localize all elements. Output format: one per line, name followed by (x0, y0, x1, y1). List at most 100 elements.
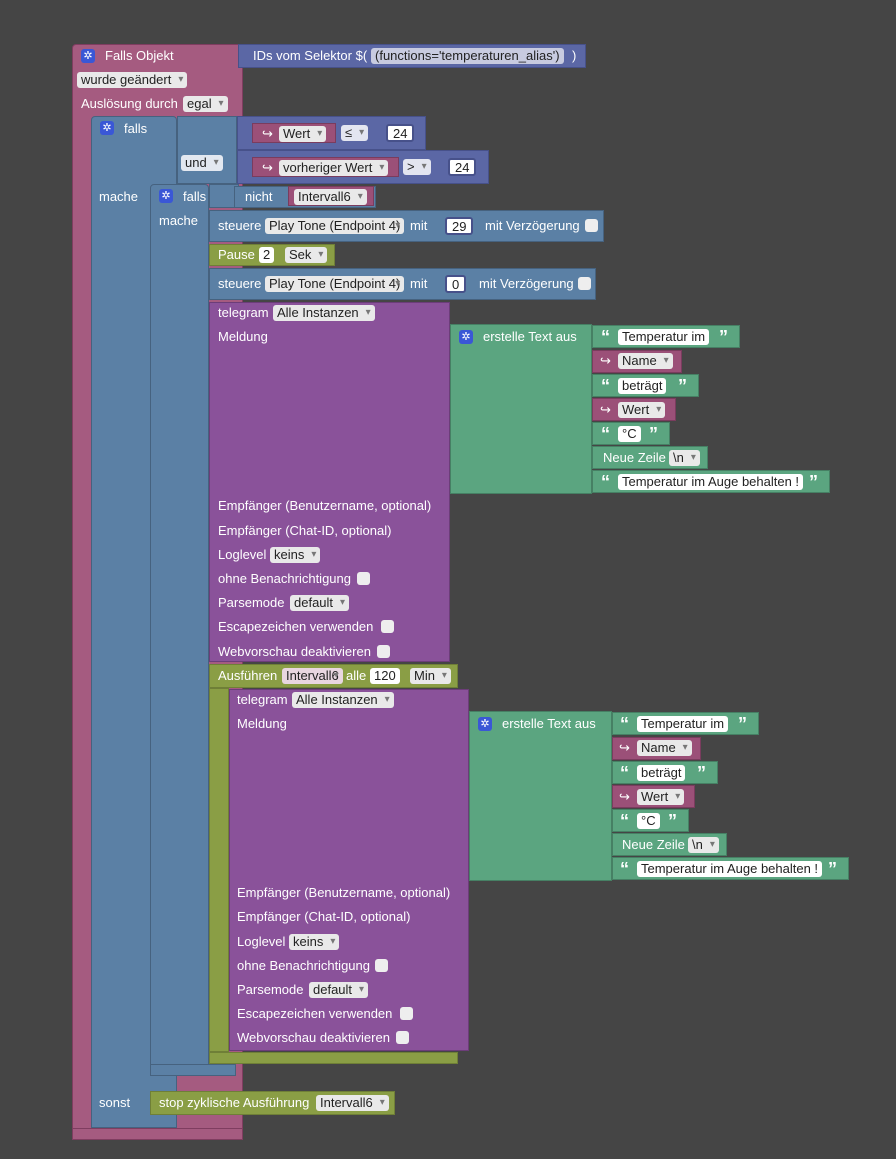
open-quote-icon: “ (620, 763, 629, 783)
ack-dropdown[interactable]: egal (183, 96, 228, 112)
telegram-instance-dropdown[interactable]: Alle Instanzen (273, 305, 375, 321)
parsemode-dropdown[interactable]: default (309, 982, 369, 998)
delay-checkbox[interactable] (585, 219, 598, 232)
return-arrow-icon: ↪ (600, 402, 611, 417)
number-input[interactable]: 24 (448, 158, 477, 176)
var-previous-dropdown[interactable]: vorheriger Wert (279, 160, 389, 176)
newline-label: Neue Zeile (603, 450, 666, 465)
text-value[interactable]: °C (637, 813, 660, 829)
control-value-input[interactable]: 0 (445, 275, 467, 293)
open-quote-icon: “ (601, 424, 610, 444)
preview-checkbox[interactable] (377, 645, 390, 658)
control-delay-label: mit Verzögerung (479, 276, 574, 291)
telegram-instance-dropdown[interactable]: Alle Instanzen (292, 692, 394, 708)
gear-icon[interactable]: ✲ (100, 121, 114, 135)
loglevel-dropdown[interactable]: keins (289, 934, 340, 950)
loglevel-dropdown[interactable]: keins (270, 547, 321, 563)
gear-icon[interactable]: ✲ (81, 49, 95, 63)
silent-checkbox[interactable] (357, 572, 370, 585)
close-quote-icon: ” (697, 763, 706, 783)
interval-label: Ausführen (218, 668, 278, 683)
recipient-user-label: Empfänger (Benutzername, optional) (218, 498, 432, 513)
if-outer-cond-area (177, 116, 237, 184)
escape-checkbox[interactable] (400, 1007, 413, 1020)
preview-label: Webvorschau deaktivieren (218, 644, 371, 659)
trigger-footer (72, 1128, 243, 1140)
newline-dropdown[interactable]: \n (669, 450, 700, 466)
text-value[interactable]: Temperatur im (637, 716, 729, 732)
recipient-user-label: Empfänger (Benutzername, optional) (237, 885, 451, 900)
stop-var-dropdown[interactable]: Intervall6 (316, 1095, 389, 1111)
parsemode-label: Parsemode (237, 982, 304, 997)
selector-prefix: IDs vom Selektor $( (253, 48, 368, 63)
if-outer-falls-label: falls (124, 121, 148, 136)
text-join-block-2[interactable] (469, 711, 612, 881)
control-value-input[interactable]: 29 (445, 217, 474, 235)
operator-dropdown[interactable]: > (403, 159, 431, 175)
text-join-label: erstelle Text aus (483, 329, 577, 344)
var-wert-dropdown[interactable]: Wert (279, 126, 327, 142)
var-wert-dropdown[interactable]: Wert (618, 402, 666, 418)
telegram-message-label: Meldung (218, 329, 268, 344)
gear-icon[interactable]: ✲ (478, 717, 492, 731)
control-with-label: mit (410, 276, 428, 291)
interval-every-label: alle (346, 668, 367, 683)
loglevel-label: Loglevel (218, 547, 267, 562)
text-value[interactable]: Temperatur im (618, 329, 710, 345)
close-quote-icon: ” (649, 424, 658, 444)
text-join-label: erstelle Text aus (502, 716, 596, 731)
stop-label: stop zyklische Ausführung (159, 1095, 310, 1110)
silent-checkbox[interactable] (375, 959, 388, 972)
interval-body (209, 688, 229, 1052)
preview-checkbox[interactable] (396, 1031, 409, 1044)
var-wert-dropdown[interactable]: Wert (637, 789, 685, 805)
if-inner-block[interactable] (150, 184, 209, 1076)
silent-label: ohne Benachrichtigung (218, 571, 351, 586)
number-input[interactable]: 24 (386, 124, 415, 142)
control-target-dropdown[interactable]: Play Tone (Endpoint 4) (265, 218, 405, 234)
escape-label: Escapezeichen verwenden (218, 619, 374, 634)
open-quote-icon: “ (601, 376, 610, 396)
telegram-message-label: Meldung (237, 716, 287, 731)
silent-label: ohne Benachrichtigung (237, 958, 370, 973)
operator-dropdown[interactable]: ≤ (341, 125, 369, 141)
var-name-dropdown[interactable]: Name (637, 740, 692, 756)
selector-input[interactable]: (functions='temperaturen_alias') (371, 48, 564, 64)
return-arrow-icon: ↪ (262, 126, 273, 141)
text-value[interactable]: °C (618, 426, 641, 442)
delay-checkbox[interactable] (578, 277, 591, 290)
preview-label: Webvorschau deaktivieren (237, 1030, 390, 1045)
interval-unit-dropdown[interactable]: Min (410, 668, 451, 684)
pause-label: Pause (218, 247, 255, 262)
and-dropdown[interactable]: und (181, 155, 223, 171)
text-value[interactable]: beträgt (618, 378, 667, 394)
return-arrow-icon: ↪ (600, 353, 611, 368)
open-quote-icon: “ (620, 811, 629, 831)
close-quote-icon: ” (678, 376, 687, 396)
trigger-title: Falls Objekt (105, 48, 174, 63)
newline-dropdown[interactable]: \n (688, 837, 719, 853)
control-target-dropdown[interactable]: Play Tone (Endpoint 4) (265, 276, 405, 292)
telegram-label: telegram (237, 692, 288, 707)
var-interval-dropdown[interactable]: Intervall6 (294, 189, 367, 205)
text-join-block-1[interactable] (450, 324, 592, 494)
gear-icon[interactable]: ✲ (459, 330, 473, 344)
close-quote-icon: ” (828, 859, 837, 879)
escape-label: Escapezeichen verwenden (237, 1006, 393, 1021)
interval-value-input[interactable]: 120 (370, 668, 400, 684)
parsemode-dropdown[interactable]: default (290, 595, 350, 611)
text-value[interactable]: Temperatur im Auge behalten ! (637, 861, 823, 877)
control-label: steuere (218, 276, 262, 291)
pause-unit-dropdown[interactable]: Sek (285, 247, 328, 263)
text-value[interactable]: Temperatur im Auge behalten ! (618, 474, 804, 490)
text-value[interactable]: beträgt (637, 765, 686, 781)
if-inner-mache-label: mache (159, 213, 199, 228)
open-quote-icon: “ (601, 327, 610, 347)
escape-checkbox[interactable] (381, 620, 394, 633)
control-delay-label: mit Verzögerung (485, 218, 580, 233)
var-name-dropdown[interactable]: Name (618, 353, 673, 369)
gear-icon[interactable]: ✲ (159, 189, 173, 203)
interval-var-dropdown[interactable]: Intervall6 (282, 668, 343, 684)
pause-value-input[interactable]: 2 (259, 247, 275, 263)
change-mode-dropdown[interactable]: wurde geändert (77, 72, 188, 88)
